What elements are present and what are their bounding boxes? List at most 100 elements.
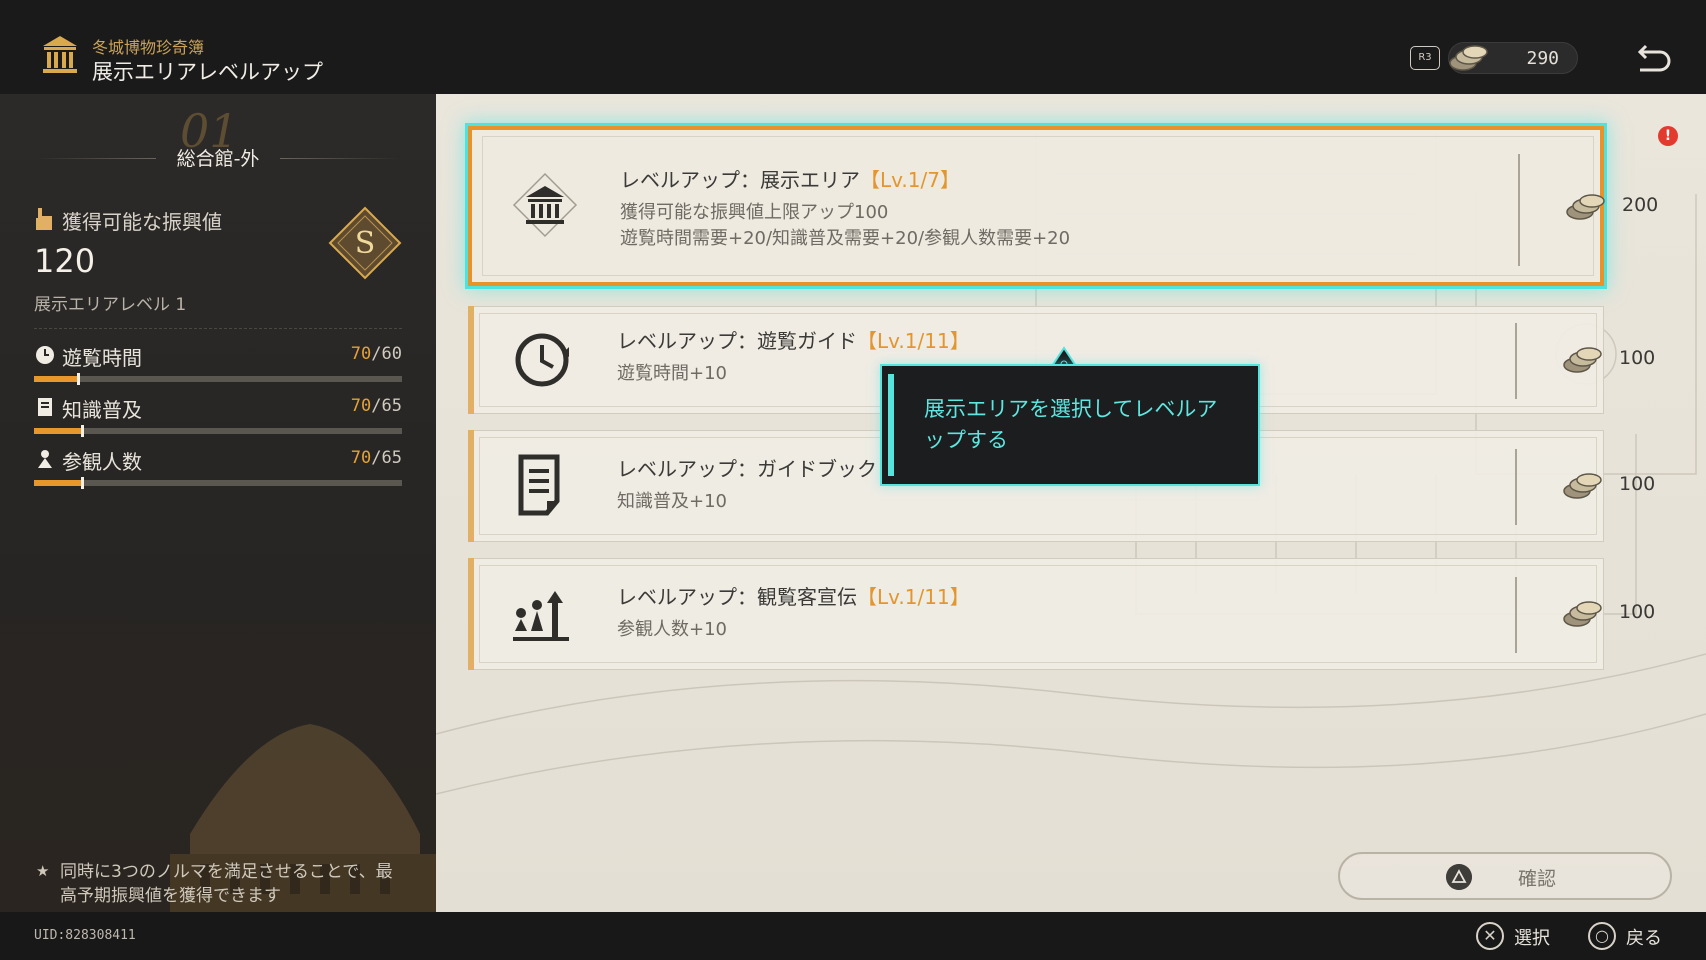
rank-emblem: S	[328, 206, 402, 280]
confirm-button[interactable]: 確認	[1338, 852, 1672, 900]
stat-progress-bar	[34, 425, 402, 437]
stat-max: 60	[381, 344, 402, 364]
book-icon	[38, 398, 52, 416]
card-title: レベルアップ：展示エリア【Lv.1/7】	[620, 164, 960, 193]
back-arrow-icon[interactable]	[1634, 38, 1674, 76]
stat-row-visitors: 参観人数 70/65	[34, 448, 402, 498]
cross-button-icon: ✕	[1476, 922, 1504, 950]
person-icon	[38, 450, 52, 468]
divider	[1518, 154, 1520, 266]
card-title-text: レベルアップ：遊覧ガイド	[617, 329, 857, 353]
card-title-text: レベルアップ：ガイドブック	[617, 457, 877, 481]
stat-value: 70/65	[351, 448, 402, 468]
card-desc-line: 知識普及+10	[617, 491, 727, 512]
tooltip-text: 展示エリアを選択してレベルアップする	[924, 397, 1218, 452]
tooltip-accent	[888, 374, 894, 476]
card-desc-line: 遊覧時間+10	[617, 363, 727, 384]
stat-progress-fill	[34, 480, 82, 486]
stat-max: 65	[381, 396, 402, 416]
stat-threshold-marker	[80, 477, 84, 489]
stat-row-viewing-time: 遊覧時間 70/60	[34, 344, 402, 394]
stat-max: 65	[381, 448, 402, 468]
card-title: レベルアップ：ガイドブック	[617, 453, 877, 482]
stat-label: 参観人数	[62, 450, 142, 474]
stat-progress-fill	[34, 428, 82, 434]
museum-icon	[512, 172, 578, 238]
card-level: 【Lv.1/11】	[857, 329, 970, 353]
stat-current: 70	[350, 448, 372, 468]
upgrade-card-exhibit-area[interactable]: レベルアップ：展示エリア【Lv.1/7】 獲得可能な振興値上限アップ100 遊覧…	[468, 126, 1658, 286]
r3-button-hint[interactable]: R3	[1410, 46, 1440, 70]
uid-label: UID:828308411	[34, 928, 136, 943]
stat-separator: /	[371, 396, 382, 416]
stat-separator: /	[371, 448, 382, 468]
upgrade-list-area: レベルアップ：展示エリア【Lv.1/7】 獲得可能な振興値上限アップ100 遊覧…	[436, 94, 1706, 912]
rank-diamond-icon: S	[328, 206, 402, 280]
clock-icon	[515, 333, 569, 387]
coin-icon	[1563, 347, 1602, 373]
audience-growth-icon	[513, 591, 569, 641]
card-level: 【Lv.1/7】	[860, 168, 960, 192]
gain-label: 獲得可能な振興値	[62, 210, 222, 234]
tutorial-tooltip: 展示エリアを選択してレベルアップする	[880, 364, 1260, 486]
stat-threshold-marker	[80, 425, 84, 437]
notice-badge: !	[1658, 126, 1678, 146]
stat-progress-fill	[34, 376, 79, 382]
coin-icon	[1449, 45, 1488, 71]
card-level: 【Lv.1/11】	[857, 585, 970, 609]
divider	[34, 328, 402, 329]
card-desc-line: 遊覧時間需要+20/知識普及需要+20/参観人数需要+20	[620, 228, 1071, 249]
card-desc-line: 参観人数+10	[617, 619, 727, 640]
card-cost: 100	[1619, 473, 1656, 495]
hand-point-icon	[36, 208, 52, 230]
back-hint-label: 戻る	[1626, 928, 1662, 949]
star-icon: ★	[36, 862, 50, 880]
stat-current: 70	[350, 344, 372, 364]
stat-value: 70/65	[351, 396, 402, 416]
top-bar: 冬城博物珍奇簿 展示エリアレベルアップ R3 290	[0, 0, 1706, 94]
triangle-button-icon	[1446, 864, 1472, 890]
divider	[1515, 449, 1517, 525]
card-cost: 100	[1619, 601, 1656, 623]
circle-button-icon: ○	[1588, 922, 1616, 950]
divider	[280, 158, 400, 159]
area-level-label: 展示エリアレベル 1	[34, 295, 187, 315]
stat-row-knowledge: 知識普及 70/65	[34, 396, 402, 446]
currency-value: 290	[1526, 48, 1559, 69]
stat-progress-bar	[34, 477, 402, 489]
upgrade-card-audience-promo[interactable]: レベルアップ：観覧客宣伝【Lv.1/11】 参観人数+10 100	[468, 558, 1655, 670]
confirm-button-label: 確認	[1518, 868, 1557, 890]
page-subtitle: 冬城博物珍奇簿	[92, 38, 205, 57]
area-info-panel: 01 総合館-外 獲得可能な振興値 120 S 展示エリアレベル 1 遊覧時間 …	[0, 94, 436, 914]
divider	[1515, 577, 1517, 653]
stat-separator: /	[371, 344, 382, 364]
card-title-text: レベルアップ：観覧客宣伝	[617, 585, 857, 609]
stat-label: 知識普及	[62, 398, 142, 422]
museum-icon	[43, 36, 77, 73]
rank-letter: S	[355, 226, 376, 261]
card-cost: 200	[1622, 194, 1659, 216]
coin-icon	[1563, 473, 1602, 499]
gain-value: 120	[34, 242, 96, 280]
select-hint-label: 選択	[1514, 928, 1550, 949]
coin-icon	[1566, 194, 1605, 220]
bottom-bar: UID:828308411 ✕ 選択 ○ 戻る	[0, 912, 1706, 960]
card-title: レベルアップ：観覧客宣伝【Lv.1/11】	[617, 581, 970, 610]
document-icon	[518, 454, 560, 516]
card-desc-line: 獲得可能な振興値上限アップ100	[620, 202, 889, 223]
clock-icon	[36, 346, 54, 364]
page-title: 展示エリアレベルアップ	[92, 60, 323, 84]
stat-threshold-marker	[77, 373, 81, 385]
coin-icon	[1563, 601, 1602, 627]
divider	[1515, 323, 1517, 399]
card-title-text: レベルアップ：展示エリア	[620, 168, 860, 192]
stat-value: 70/60	[351, 344, 402, 364]
stat-current: 70	[350, 396, 372, 416]
card-frame	[479, 565, 1597, 663]
hint-text: 同時に3つのノルマを満足させることで、最高予期振興値を獲得できます	[60, 862, 393, 906]
stat-label: 遊覧時間	[62, 346, 142, 370]
card-cost: 100	[1619, 347, 1656, 369]
stat-progress-bar	[34, 373, 402, 385]
currency-display: 290	[1448, 42, 1578, 74]
card-title: レベルアップ：遊覧ガイド【Lv.1/11】	[617, 325, 970, 354]
